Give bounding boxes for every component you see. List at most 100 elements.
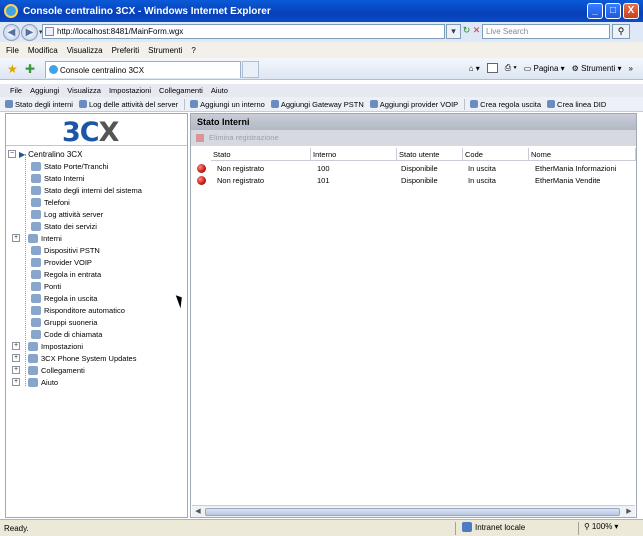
column-header-interno[interactable]: Interno — [311, 148, 397, 161]
menu-file[interactable]: File — [6, 46, 19, 55]
status-text: Ready. — [4, 523, 29, 533]
stop-icon[interactable]: ✕ — [472, 24, 481, 39]
add-voip-provider-button[interactable]: Aggiungi provider VOIP — [369, 100, 458, 109]
chevron-more-icon[interactable]: » — [629, 64, 633, 73]
port-icon — [31, 161, 41, 171]
forward-button[interactable]: ▶ — [21, 23, 38, 41]
app-menu-collegamenti[interactable]: Collegamenti — [159, 86, 203, 95]
app-menu-impostazioni[interactable]: Impostazioni — [109, 86, 151, 95]
tree-item-bridges[interactable]: Ponti — [21, 280, 61, 292]
close-button[interactable]: X — [623, 3, 639, 19]
url-input[interactable]: http://localhost:8481/MainForm.wgx — [42, 24, 445, 39]
expand-icon[interactable]: + — [12, 234, 20, 242]
page-menu-label: Pagina — [533, 63, 559, 73]
system-extensions-icon — [31, 185, 41, 195]
tree-root-item[interactable]: − ▶ Centralino 3CX — [8, 148, 82, 160]
menu-visualizza[interactable]: Visualizza — [67, 46, 103, 55]
tree-item-label: Interni — [41, 233, 62, 243]
new-tab-button[interactable] — [242, 61, 259, 78]
settings-icon — [28, 341, 38, 351]
tree-item-outbound-rule[interactable]: Regola in uscita — [21, 292, 97, 304]
auto-attendant-icon — [31, 305, 41, 315]
tree-item-inbound-rule[interactable]: Regola in entrata — [21, 268, 101, 280]
tree-item-port-status[interactable]: Stato Porte/Tranchi — [21, 160, 108, 172]
expand-icon[interactable]: + — [12, 354, 20, 362]
refresh-icon[interactable]: ↻ — [462, 24, 471, 39]
zoom-control[interactable]: ⚲ 100% ▾ — [584, 522, 618, 531]
tree-item-extensions[interactable]: + Interni — [12, 232, 62, 244]
delete-registration-button[interactable]: Elimina registrazione — [191, 130, 636, 146]
tree-item-phones[interactable]: Telefoni — [21, 196, 70, 208]
toolbar-separator — [464, 98, 466, 110]
minimize-button[interactable]: _ — [587, 3, 603, 19]
zoom-label: 100% — [591, 522, 613, 531]
status-bar: Ready. Intranet locale ⚲ 100% ▾ — [0, 519, 643, 536]
app-menu-file[interactable]: File — [10, 86, 22, 95]
row-stato-utente: Disponibile — [401, 176, 438, 185]
content-pane: Stato Interni Elimina registrazione Stat… — [190, 113, 637, 518]
url-dropdown-icon[interactable]: ▾ — [446, 24, 461, 39]
extension-status-button[interactable]: Stato degli interni — [5, 100, 73, 109]
address-bar: ◀ ▶ ▾ http://localhost:8481/MainForm.wgx… — [0, 22, 643, 42]
tree-item-extension-status[interactable]: Stato Interni — [21, 172, 84, 184]
home-icon[interactable]: ⌂ ▾ — [469, 64, 480, 73]
page-menu[interactable]: ▭ Pagina ▾ — [524, 64, 565, 73]
tree-item-server-log[interactable]: Log attività server — [21, 208, 103, 220]
tree-item-links[interactable]: + Collegamenti — [12, 364, 85, 376]
tree-item-ring-groups[interactable]: Gruppi suoneria — [21, 316, 97, 328]
menu-help[interactable]: ? — [191, 46, 195, 55]
scrollbar-thumb[interactable] — [205, 508, 620, 516]
app-menu-visualizza[interactable]: Visualizza — [67, 86, 101, 95]
outbound-rule-icon — [470, 100, 479, 108]
create-outbound-rule-button[interactable]: Crea regola uscita — [470, 100, 541, 109]
column-header-nome[interactable]: Nome — [529, 148, 636, 161]
add-favorite-icon[interactable]: ✚ — [25, 62, 35, 76]
expand-icon[interactable]: + — [12, 342, 20, 350]
menu-strumenti[interactable]: Strumenti — [148, 46, 182, 55]
pstn-icon — [31, 245, 41, 255]
expand-icon[interactable]: + — [12, 366, 20, 374]
tree-item-settings[interactable]: + Impostazioni — [12, 340, 83, 352]
app-menu-aiuto[interactable]: Aiuto — [211, 86, 228, 95]
horizontal-scrollbar[interactable]: ◀ ▶ — [192, 505, 635, 517]
server-log-button[interactable]: Log delle attività del server — [78, 100, 178, 109]
scroll-left-icon[interactable]: ◀ — [193, 507, 203, 517]
create-did-line-button[interactable]: Crea linea DID — [547, 100, 606, 109]
browser-tab[interactable]: Console centralino 3CX — [45, 61, 241, 78]
favorites-star-icon[interactable]: ★ — [7, 62, 18, 76]
column-header-stato-utente[interactable]: Stato utente — [397, 148, 463, 161]
tree-item-services-status[interactable]: Stato dei servizi — [21, 220, 97, 232]
tree-item-updates[interactable]: +3CX Phone System Updates — [12, 352, 136, 364]
tree-item-system-extensions[interactable]: Stato degli interni del sistema — [21, 184, 142, 196]
tree-item-help[interactable]: + Aiuto — [12, 376, 58, 388]
print-icon[interactable]: ⎙ ▾ — [505, 63, 517, 73]
menu-modifica[interactable]: Modifica — [28, 46, 58, 55]
tree-item-label: Provider VOIP — [44, 257, 92, 267]
app-menu-aggiungi[interactable]: Aggiungi — [30, 86, 59, 95]
ring-group-icon — [31, 317, 41, 327]
scroll-right-icon[interactable]: ▶ — [624, 507, 634, 517]
tree-item-call-queues[interactable]: Code di chiamata — [21, 328, 102, 340]
services-icon — [31, 221, 41, 231]
column-header-code[interactable]: Code — [463, 148, 529, 161]
gateway-icon — [270, 100, 279, 108]
tree-item-voip-provider[interactable]: Provider VOIP — [21, 256, 92, 268]
search-input[interactable]: Live Search — [482, 24, 610, 39]
tree-item-label: Telefoni — [44, 197, 70, 207]
collapse-icon[interactable]: − — [8, 150, 16, 158]
feeds-icon[interactable] — [486, 63, 498, 73]
tree-item-pstn-devices[interactable]: Dispositivi PSTN — [21, 244, 100, 256]
expand-icon[interactable]: + — [12, 378, 20, 386]
add-extension-button[interactable]: Aggiungi un interno — [190, 100, 265, 109]
menu-preferiti[interactable]: Preferiti — [112, 46, 140, 55]
back-button[interactable]: ◀ — [3, 23, 20, 41]
add-pstn-gateway-button[interactable]: Aggiungi Gateway PSTN — [270, 100, 364, 109]
tree-item-label: Risponditore automatico — [44, 305, 125, 315]
column-header-stato[interactable]: Stato — [211, 148, 311, 161]
tools-menu[interactable]: ⚙ Strumenti ▾ — [572, 64, 622, 73]
tree-item-auto-attendant[interactable]: Risponditore automatico — [21, 304, 125, 316]
maximize-button[interactable]: □ — [605, 3, 621, 19]
window-title-bar: Console centralino 3CX - Windows Interne… — [0, 0, 643, 22]
security-zone[interactable]: Intranet locale — [462, 522, 525, 532]
search-icon[interactable]: ⚲ — [612, 24, 630, 39]
